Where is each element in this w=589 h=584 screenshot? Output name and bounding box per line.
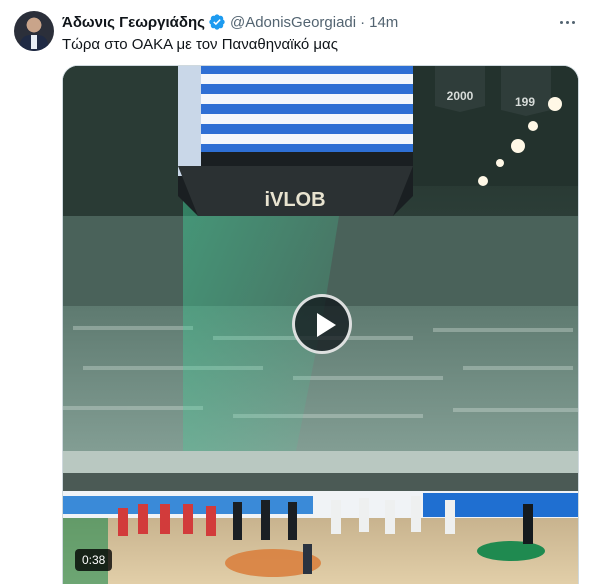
svg-text:2000: 2000 xyxy=(447,89,474,103)
svg-text:iVLOB: iVLOB xyxy=(264,189,325,211)
author-handle[interactable]: @AdonisGeorgiadi xyxy=(230,14,356,31)
video-duration: 0:38 xyxy=(75,549,113,571)
more-options-icon[interactable] xyxy=(555,12,579,32)
verified-badge-icon xyxy=(209,14,225,30)
avatar[interactable] xyxy=(14,11,54,51)
video-player[interactable]: 2000 199 iVLOB 0:38 xyxy=(62,65,579,584)
separator-dot: · xyxy=(360,13,366,31)
tweet-header: Άδωνις Γεωργιάδης @AdonisGeorgiadi · 14m xyxy=(62,12,398,32)
tweet[interactable]: Άδωνις Γεωργιάδης @AdonisGeorgiadi · 14m… xyxy=(0,0,589,584)
tweet-text: Τώρα στο ΟΑΚΑ με τον Παναθηναϊκό μας xyxy=(62,36,338,53)
tweet-time[interactable]: 14m xyxy=(369,14,398,31)
play-icon[interactable] xyxy=(292,294,352,354)
svg-text:199: 199 xyxy=(515,95,535,109)
author-name[interactable]: Άδωνις Γεωργιάδης xyxy=(62,14,205,31)
avatar-shirt xyxy=(31,35,37,49)
scoreboard: iVLOB xyxy=(178,66,413,216)
